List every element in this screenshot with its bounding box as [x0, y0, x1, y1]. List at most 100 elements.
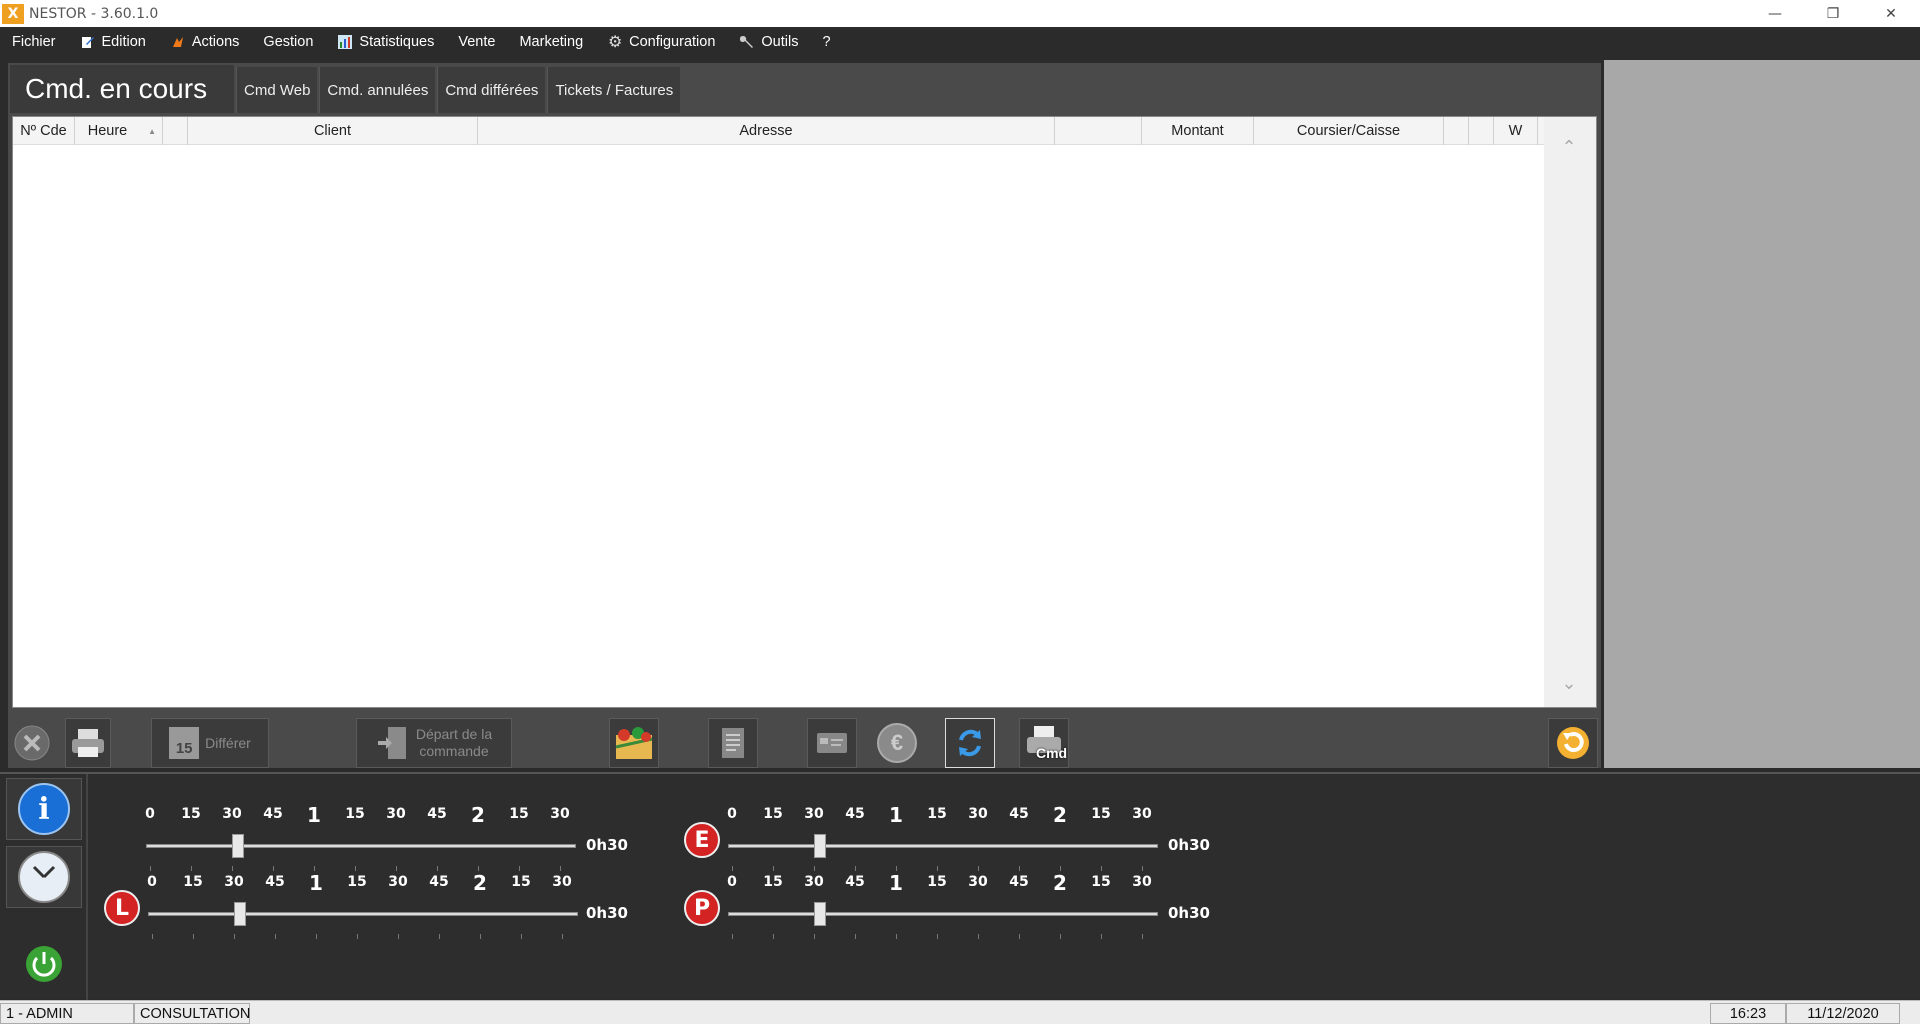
- info-button[interactable]: i: [6, 778, 82, 840]
- slider-track[interactable]: [728, 844, 1158, 848]
- menu-help[interactable]: ?: [822, 34, 830, 50]
- tick-mark: [232, 866, 233, 871]
- col-w[interactable]: W: [1494, 117, 1538, 145]
- tick-mark: [275, 934, 276, 939]
- tick-mark: [560, 866, 561, 871]
- tick-label: 45: [265, 874, 285, 890]
- euro-icon: €: [877, 723, 917, 763]
- tick-mark: [273, 866, 274, 871]
- col-label: Heure: [87, 123, 128, 139]
- print-button[interactable]: [65, 718, 111, 768]
- menu-vente[interactable]: Vente: [458, 34, 495, 50]
- tick-label: 30: [804, 874, 824, 890]
- chart-icon: [337, 34, 353, 50]
- tick-mark: [150, 866, 151, 871]
- scroll-up-icon[interactable]: ⌃: [1558, 137, 1580, 159]
- tick-label: 0: [147, 874, 157, 890]
- differer-button[interactable]: 15 Différer: [151, 718, 269, 768]
- ticket-button[interactable]: [708, 718, 758, 768]
- tick-label: 2: [471, 803, 485, 827]
- col-numero-commande[interactable]: Nº Cde: [13, 117, 75, 145]
- actions-icon: [170, 34, 186, 50]
- differer-label: Différer: [205, 734, 251, 751]
- tick-label: 1: [307, 803, 321, 827]
- badge-l: L: [104, 890, 140, 926]
- printer-cmd-icon: Cmd: [1024, 723, 1068, 763]
- print-order-button[interactable]: Cmd: [1019, 718, 1069, 768]
- col-blank-3[interactable]: [1444, 117, 1469, 145]
- cmd-label: Cmd: [1036, 745, 1068, 761]
- depart-commande-button[interactable]: Départ de la commande: [356, 718, 512, 768]
- tick-mark: [1019, 866, 1020, 871]
- tick-mark: [357, 934, 358, 939]
- slider-thumb[interactable]: [814, 902, 827, 926]
- menu-label: Actions: [191, 33, 240, 50]
- menu-label: Outils: [761, 33, 799, 50]
- tick-mark: [732, 934, 733, 939]
- cash-payment-button[interactable]: €: [872, 718, 922, 768]
- tick-label: 15: [511, 874, 531, 890]
- col-montant[interactable]: Montant: [1142, 117, 1254, 145]
- cancel-order-button[interactable]: [12, 718, 52, 768]
- restore-button[interactable]: ❐: [1804, 0, 1862, 27]
- slider-thumb[interactable]: [814, 834, 827, 858]
- menu-marketing[interactable]: Marketing: [519, 34, 583, 50]
- tab-cmd-annulees[interactable]: Cmd. annulées: [319, 67, 436, 113]
- credit-card-icon: [817, 733, 847, 753]
- tick-mark: [1101, 866, 1102, 871]
- close-button[interactable]: ✕: [1862, 0, 1920, 27]
- tab-tickets-factures[interactable]: Tickets / Factures: [547, 67, 681, 113]
- tab-cmd-web[interactable]: Cmd Web: [236, 67, 318, 113]
- tab-cmd-en-cours[interactable]: Cmd. en cours: [10, 65, 234, 113]
- tab-cmd-differees[interactable]: Cmd différées: [437, 67, 546, 113]
- slider-track[interactable]: [146, 844, 576, 848]
- slider-track[interactable]: [148, 912, 578, 916]
- power-button[interactable]: [24, 944, 64, 988]
- tick-mark: [191, 866, 192, 871]
- tick-mark: [562, 934, 563, 939]
- tick-mark: [937, 866, 938, 871]
- calendar-icon: 15: [169, 727, 200, 759]
- slider-timing-e: 0 15 30 45 1 15 30 45 2 15 30 0h30: [722, 803, 1222, 871]
- side-button-bar: i: [0, 774, 88, 1000]
- depart-label: Départ de la commande: [416, 726, 492, 760]
- tick-label: 30: [552, 874, 572, 890]
- tick-label: 30: [968, 874, 988, 890]
- minimize-button[interactable]: —: [1746, 0, 1804, 27]
- tick-mark: [355, 866, 356, 871]
- slider-track[interactable]: [728, 912, 1158, 916]
- tick-mark: [193, 934, 194, 939]
- col-blank-4[interactable]: [1469, 117, 1494, 145]
- col-adresse[interactable]: Adresse: [478, 117, 1055, 145]
- slider-timing-l: 0 15 30 45 1 15 30 45 2 15 30 0h30: [142, 871, 642, 939]
- delivery-map-button[interactable]: [609, 718, 659, 768]
- orders-table: Nº Cde Heure ▲ Client Adresse Montant Cou…: [12, 116, 1597, 708]
- slider-thumb[interactable]: [234, 902, 247, 926]
- clock-button[interactable]: [6, 846, 82, 908]
- menu-statistiques[interactable]: Statistiques: [337, 34, 434, 50]
- menu-label: ?: [822, 33, 831, 50]
- menu-fichier[interactable]: Fichier: [12, 34, 56, 50]
- refresh-icon: [959, 729, 981, 757]
- tick-label: 2: [1053, 871, 1067, 895]
- col-blank-2[interactable]: [1055, 117, 1142, 145]
- table-scrollbar[interactable]: ⌃ ⌄: [1544, 117, 1596, 707]
- tick-label: 30: [804, 806, 824, 822]
- menu-outils[interactable]: Outils: [739, 34, 798, 50]
- card-payment-button[interactable]: [807, 718, 857, 768]
- menu-gestion[interactable]: Gestion: [263, 34, 313, 50]
- tick-mark: [814, 866, 815, 871]
- window-controls: — ❐ ✕: [1746, 0, 1920, 27]
- menu-configuration[interactable]: ⚙ Configuration: [607, 34, 715, 51]
- tick-mark: [978, 866, 979, 871]
- refresh-button[interactable]: [945, 718, 995, 768]
- scroll-down-icon[interactable]: ⌄: [1558, 673, 1580, 695]
- menu-edition[interactable]: Edition: [80, 34, 146, 50]
- col-blank-1[interactable]: [163, 117, 188, 145]
- menu-actions[interactable]: Actions: [170, 33, 240, 50]
- slider-thumb[interactable]: [232, 834, 245, 858]
- col-coursier-caisse[interactable]: Coursier/Caisse: [1254, 117, 1444, 145]
- col-heure[interactable]: Heure ▲: [75, 117, 163, 145]
- back-button[interactable]: [1548, 718, 1598, 768]
- col-client[interactable]: Client: [188, 117, 478, 145]
